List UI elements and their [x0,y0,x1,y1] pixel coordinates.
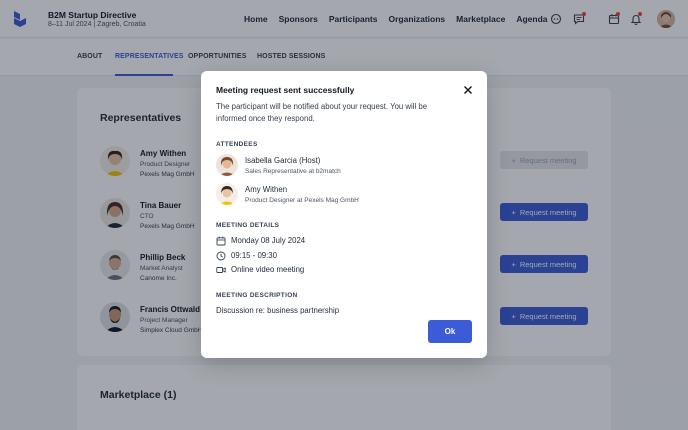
clock-icon [216,251,226,261]
ok-button[interactable]: Ok [428,320,472,343]
modal-description: The participant will be notified about y… [216,102,428,123]
meeting-details-heading: MEETING DETAILS [216,222,280,229]
meeting-description-text: Discussion re: business partnership [216,306,340,315]
attendees-heading: ATTENDEES [216,141,258,148]
avatar [216,154,238,176]
attendee-role: Product Designer at Pexels Mag GmbH [245,197,359,204]
meeting-description-heading: MEETING DESCRIPTION [216,292,298,299]
attendee-item: Amy Withen Product Designer at Pexels Ma… [216,183,466,209]
close-icon[interactable] [463,85,473,95]
attendee-name: Amy Withen [245,185,288,194]
meeting-date-text: Monday 08 July 2024 [231,236,306,245]
avatar [216,183,238,205]
meeting-location-text: Online video meeting [231,265,305,274]
meeting-time-text: 09:15 - 09:30 [231,251,277,260]
attendee-item: Isabella Garcia (Host) Sales Representat… [216,154,466,180]
video-camera-icon [216,267,226,273]
attendee-name: Isabella Garcia (Host) [245,156,321,165]
meeting-request-modal: Meeting request sent successfully The pa… [201,71,487,358]
calendar-icon [216,236,226,246]
attendee-role: Sales Representative at b2match [245,168,341,175]
modal-title: Meeting request sent successfully [216,85,355,95]
